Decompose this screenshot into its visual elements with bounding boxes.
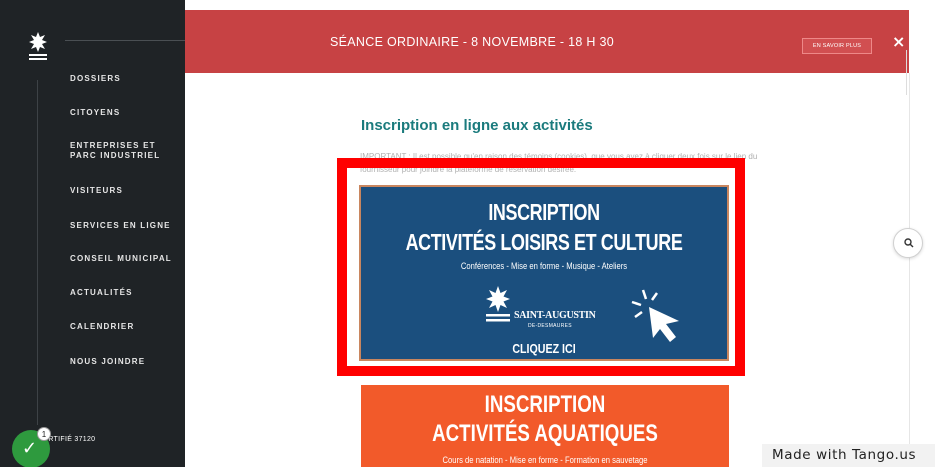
sidebar-divider (65, 40, 185, 41)
sidebar: DOSSIERS CITOYENS ENTREPRISES ET PARC IN… (0, 0, 185, 467)
sidebar-rail (37, 80, 38, 425)
page: DOSSIERS CITOYENS ENTREPRISES ET PARC IN… (0, 0, 935, 467)
tango-watermark: Made with Tango.us (762, 444, 935, 467)
banner-title: SÉANCE ORDINAIRE - 8 NOVEMBRE - 18 H 30 (330, 35, 614, 49)
aquatic-registration-card[interactable]: INSCRIPTION ACTIVITÉS AQUATIQUES Cours d… (361, 385, 729, 467)
close-icon[interactable]: × (892, 32, 905, 51)
sidebar-item-dossiers[interactable]: DOSSIERS (70, 74, 182, 84)
sidebar-item-services[interactable]: SERVICES EN LIGNE (70, 221, 182, 231)
sidebar-item-citoyens[interactable]: CITOYENS (70, 108, 182, 118)
check-icon: ✓ (22, 438, 38, 459)
highlight-box (337, 158, 745, 376)
checklist-badge[interactable]: ✓ 1 (12, 427, 51, 467)
search-button[interactable] (893, 228, 923, 258)
sidebar-item-conseil[interactable]: CONSEIL MUNICIPAL (70, 254, 182, 264)
announcement-banner: SÉANCE ORDINAIRE - 8 NOVEMBRE - 18 H 30 … (185, 10, 909, 95)
sidebar-item-nous-joindre[interactable]: NOUS JOINDRE (70, 357, 182, 367)
sidebar-item-calendrier[interactable]: CALENDRIER (70, 322, 182, 332)
banner-edge-line (906, 50, 907, 95)
sidebar-item-entreprises[interactable]: ENTREPRISES ET PARC INDUSTRIEL (70, 141, 182, 161)
city-logo-icon[interactable] (28, 30, 48, 62)
search-icon (904, 238, 914, 248)
learn-more-button[interactable]: EN SAVOIR PLUS (802, 38, 872, 54)
page-heading: Inscription en ligne aux activités (361, 117, 593, 134)
sidebar-item-visiteurs[interactable]: VISITEURS (70, 186, 182, 196)
scroll-track[interactable] (909, 73, 910, 467)
aquatic-title-line2: ACTIVITÉS AQUATIQUES (432, 420, 658, 447)
badge-count: 1 (37, 427, 51, 441)
aquatic-subtitle: Cours de natation - Mise en forme - Form… (442, 455, 648, 465)
aquatic-title-line1: INSCRIPTION (484, 391, 606, 418)
sidebar-item-actualites[interactable]: ACTUALITÉS (70, 288, 182, 298)
